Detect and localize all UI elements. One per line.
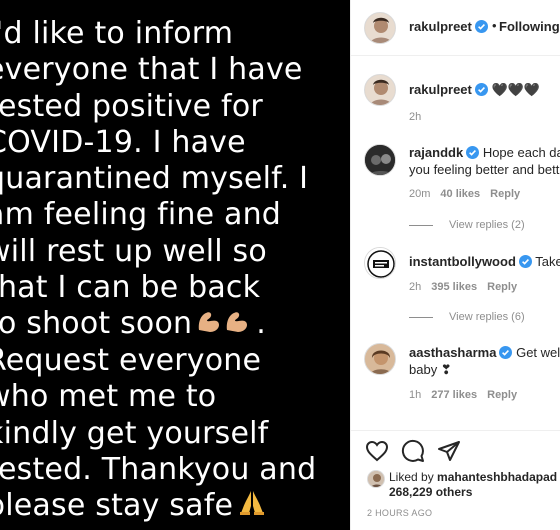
post-line: kindly get yourself <box>0 415 269 451</box>
caption-username[interactable]: rakulpreet <box>409 82 472 97</box>
comment-body-line2: baby ❣ <box>409 362 452 377</box>
likes-count-button[interactable]: 268,229 others <box>389 485 472 499</box>
post-line-with-emoji: to shoot soon. <box>0 306 350 343</box>
comment-likes[interactable]: 395 likes <box>431 281 477 293</box>
verified-badge-icon <box>474 83 488 101</box>
commenter-username[interactable]: rajanddk <box>409 145 463 160</box>
post-line: Request everyone <box>0 343 262 379</box>
view-replies-button[interactable]: View replies (2) <box>409 219 525 231</box>
reply-button[interactable]: Reply <box>487 389 517 401</box>
action-bar <box>351 430 560 470</box>
verified-badge-icon <box>474 20 488 36</box>
commenter-avatar[interactable] <box>364 247 396 279</box>
comment-likes[interactable]: 40 likes <box>440 188 480 200</box>
comment-meta: 1h 277 likes Reply <box>409 389 527 401</box>
flexed-biceps-emoji-icon <box>196 307 252 343</box>
commenter-username[interactable]: instantbollywood <box>409 254 516 269</box>
verified-badge-icon <box>518 255 532 273</box>
comment-time[interactable]: 2h <box>409 281 421 293</box>
author-avatar[interactable] <box>364 12 396 44</box>
comment-body-line2: you feeling better and bett <box>409 162 560 177</box>
replies-divider <box>409 224 433 226</box>
post-line: COVID-19. I have <box>0 124 246 160</box>
comment-bubble-icon[interactable] <box>401 439 425 468</box>
comment-body: Hope each day <box>482 145 560 160</box>
comment-time[interactable]: 20m <box>409 188 430 200</box>
caption-time[interactable]: 2h <box>409 111 421 123</box>
following-button[interactable]: Following <box>499 19 560 34</box>
post-details-panel: rakulpreet • Following rakulpreet 🖤🖤🖤 2h… <box>350 0 560 530</box>
liked-by-text: Liked by mahanteshbhadapad <box>389 470 558 484</box>
comment-text: instantbollywood Take c <box>409 253 560 273</box>
post-line: am feeling fine and <box>0 197 282 233</box>
comment-meta: 2h 395 likes Reply <box>409 281 527 293</box>
share-icon[interactable] <box>437 439 461 468</box>
verified-badge-icon <box>499 346 513 364</box>
comments-list[interactable]: rakulpreet 🖤🖤🖤 2h rajanddk Hope each day… <box>351 57 560 429</box>
view-replies-button[interactable]: View replies (6) <box>409 311 525 323</box>
post-line: tested. Thankyou and <box>0 451 317 487</box>
post-line: tested positive for <box>0 88 263 124</box>
post-line: please stay safe <box>0 488 234 524</box>
comment-meta: 20m 40 likes Reply <box>409 188 530 200</box>
post-image[interactable]: I'd like to inform everyone that I have … <box>0 0 350 530</box>
comment-body: Get well s <box>516 345 560 360</box>
comment-body: Take c <box>535 254 560 269</box>
post-header: rakulpreet • Following <box>351 0 560 56</box>
post-line: that I can be back <box>0 270 261 306</box>
post-line-with-emoji: please stay safe <box>0 488 350 525</box>
reply-button[interactable]: Reply <box>487 281 517 293</box>
post-line: I'd like to inform <box>0 16 234 51</box>
post-text: I'd like to inform everyone that I have … <box>0 16 350 526</box>
separator-dot: • <box>492 18 497 33</box>
commenter-avatar[interactable] <box>364 343 396 375</box>
post-line: will rest up well so <box>0 233 267 269</box>
caption-body: 🖤🖤🖤 <box>491 82 541 97</box>
commenter-avatar[interactable] <box>364 144 396 176</box>
replies-divider <box>409 316 433 318</box>
caption-text: rakulpreet 🖤🖤🖤 <box>409 81 540 101</box>
comment-likes[interactable]: 277 likes <box>431 389 477 401</box>
liker-avatar[interactable] <box>367 470 385 488</box>
post-line: to shoot soon <box>0 306 193 342</box>
post-line-suffix: . <box>256 306 267 342</box>
folded-hands-emoji-icon <box>239 488 265 525</box>
comment-time[interactable]: 1h <box>409 389 421 401</box>
post-line: quarantined myself. I <box>0 161 309 197</box>
caption-avatar[interactable] <box>364 74 396 106</box>
author-username[interactable]: rakulpreet <box>409 19 488 36</box>
heart-icon[interactable] <box>365 439 389 468</box>
post-line: who met me to <box>0 379 217 415</box>
post-timestamp[interactable]: 2 HOURS AGO <box>367 508 432 518</box>
reply-button[interactable]: Reply <box>490 188 520 200</box>
commenter-username[interactable]: aasthasharma <box>409 345 496 360</box>
post-line: everyone that I have <box>0 52 303 88</box>
liked-by-username[interactable]: mahanteshbhadapad <box>437 470 557 484</box>
